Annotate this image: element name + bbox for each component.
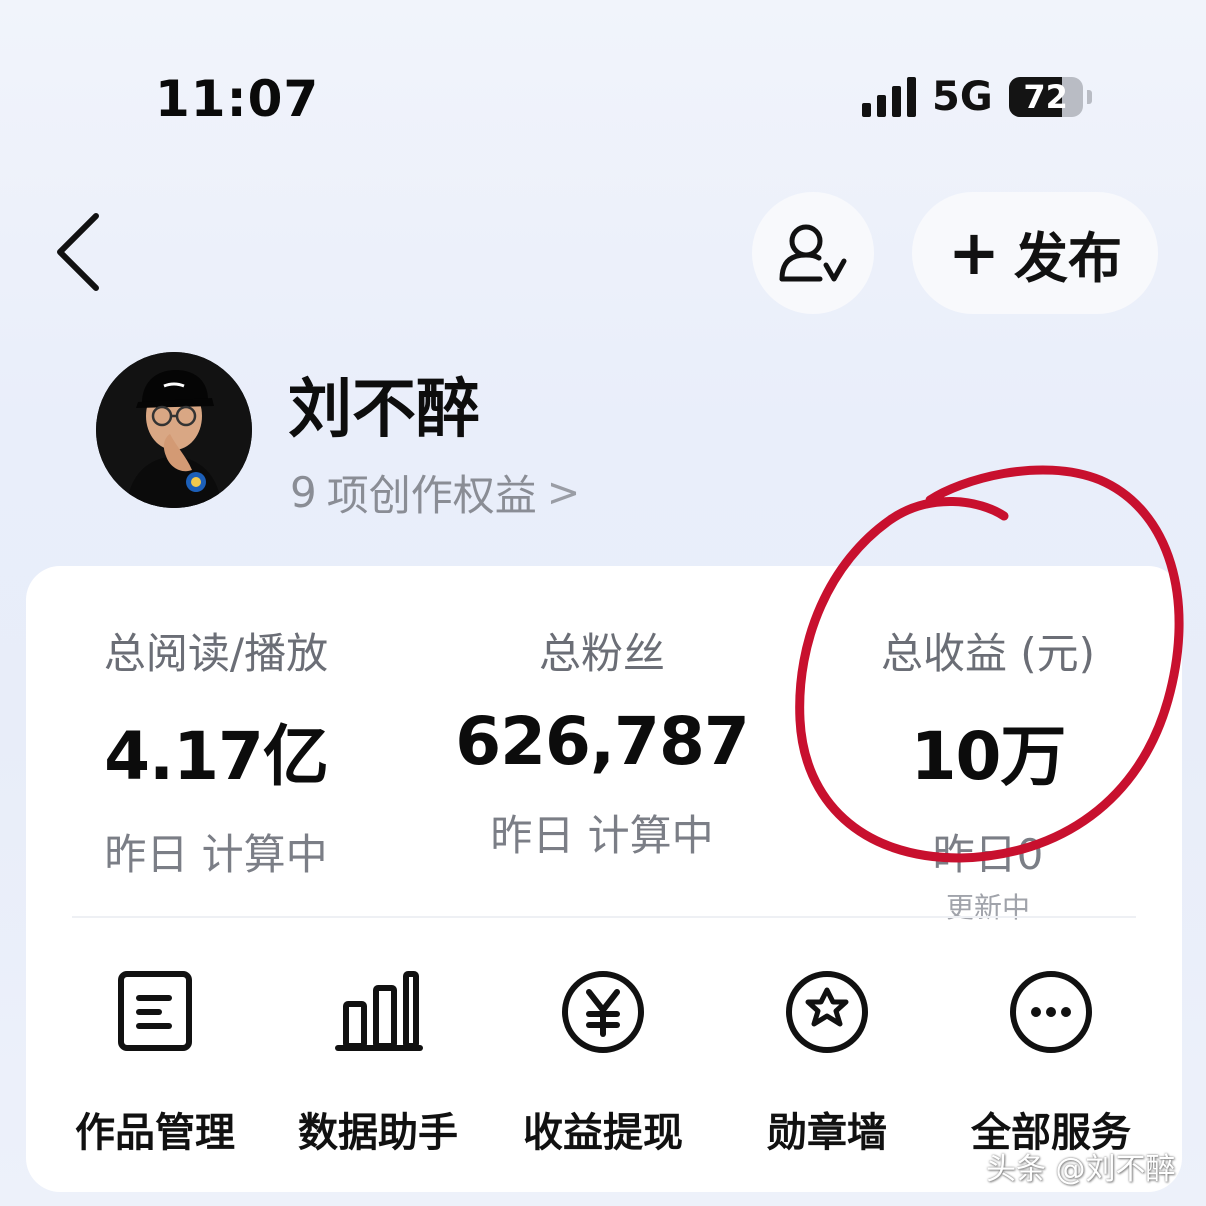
publish-label: 发布: [1013, 226, 1122, 290]
service-income-withdraw[interactable]: 收益提现: [488, 964, 718, 1158]
back-button[interactable]: [52, 210, 108, 294]
document-icon: [118, 971, 192, 1051]
stat-total-income[interactable]: 总收益 (元) 10万 昨日0 更新中: [798, 620, 1178, 926]
stat-title: 总阅读/播放: [103, 629, 329, 678]
stat-updating: 更新中: [945, 891, 1030, 924]
medal-star-icon: [786, 971, 868, 1053]
chevron-left-icon: [57, 213, 99, 291]
stat-title: 总收益 (元): [880, 629, 1096, 678]
user-check-button[interactable]: [752, 192, 874, 314]
service-label: 勋章墙: [767, 1110, 887, 1156]
stats-row: 总阅读/播放 4.17亿 昨日 计算中 总粉丝 626,787 昨日 计算中 总…: [26, 566, 1182, 924]
network-label: 5G: [932, 74, 993, 120]
yen-circle-icon: [562, 971, 644, 1053]
chevron-right-icon: >: [546, 469, 581, 516]
app-screen: { "status_bar": { "time": "11:07", "netw…: [0, 0, 1206, 1206]
avatar-image: [96, 352, 252, 508]
divider: [72, 916, 1136, 918]
stat-total-fans[interactable]: 总粉丝 626,787 昨日 计算中: [412, 620, 792, 863]
stat-value: 626,787: [455, 703, 750, 780]
watermark: 头条 @刘不醉: [986, 1152, 1176, 1187]
service-medal-wall[interactable]: 勋章墙: [712, 964, 942, 1158]
service-label: 作品管理: [75, 1110, 235, 1156]
status-time: 11:07: [155, 70, 320, 128]
creator-rights-link[interactable]: 9 项创作权益 >: [290, 462, 580, 523]
stat-title: 总粉丝: [538, 629, 665, 678]
battery-level: 72: [1023, 78, 1068, 116]
service-works-management[interactable]: 作品管理: [40, 964, 270, 1158]
stat-yesterday: 昨日 计算中: [104, 830, 328, 879]
stat-yesterday: 昨日0: [932, 830, 1044, 879]
stat-yesterday: 昨日 计算中: [490, 811, 714, 860]
service-label: 收益提现: [523, 1110, 683, 1156]
battery-tip: [1086, 90, 1092, 104]
status-indicators: 5G 72: [862, 74, 1092, 120]
user-check-icon: [779, 224, 847, 282]
avatar[interactable]: [96, 352, 252, 508]
battery-icon: 72: [1008, 77, 1083, 117]
rights-count: 9: [290, 468, 317, 517]
publish-button[interactable]: + 发布: [912, 192, 1158, 314]
service-all-services[interactable]: 全部服务: [936, 964, 1166, 1158]
stat-value: 4.17亿: [104, 718, 329, 795]
plus-icon: +: [948, 216, 1000, 289]
stat-value: 10万: [910, 718, 1067, 795]
stats-card: 总阅读/播放 4.17亿 昨日 计算中 总粉丝 626,787 昨日 计算中 总…: [26, 566, 1182, 1192]
signal-icon: [862, 77, 916, 117]
service-grid: 作品管理 数据助手 收益提现 勋章墙 全部服务: [26, 964, 1182, 1156]
username: 刘不醉: [288, 373, 480, 447]
stat-total-reads[interactable]: 总阅读/播放 4.17亿 昨日 计算中: [26, 620, 406, 882]
service-data-assistant[interactable]: 数据助手: [263, 964, 493, 1158]
rights-label: 项创作权益: [326, 471, 537, 520]
service-label: 数据助手: [298, 1110, 458, 1156]
bar-chart-icon: [335, 971, 423, 1051]
more-circle-icon: [1010, 971, 1092, 1053]
